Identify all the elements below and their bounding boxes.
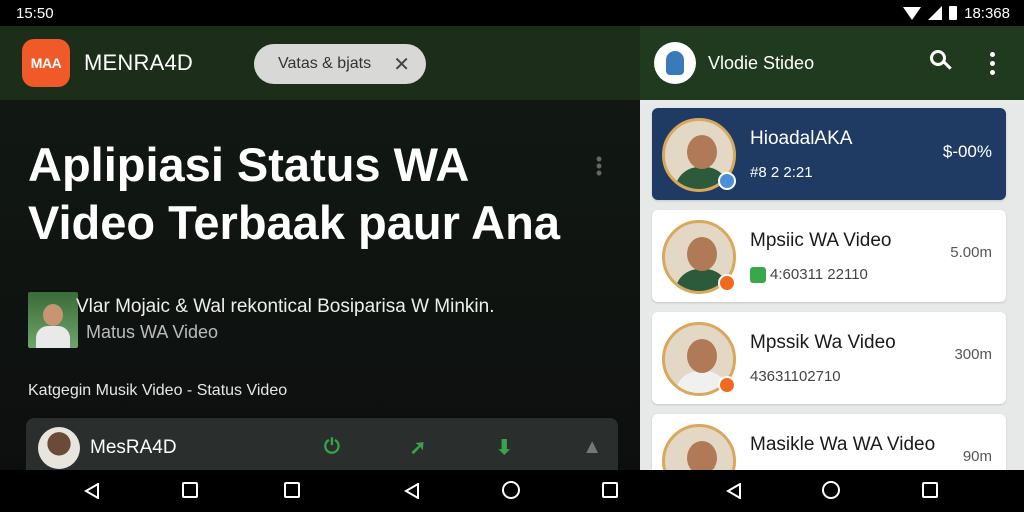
item-meta: 4:60311 22110 xyxy=(750,266,868,283)
item-title: Mpssik Wa Video xyxy=(750,332,896,353)
battery-text: 18:368 xyxy=(964,4,1010,22)
featured-subtitle: Matus WA Video xyxy=(86,322,219,342)
recents-icon[interactable] xyxy=(922,482,938,498)
item-size: $-00% xyxy=(942,142,992,161)
item-meta-text: 43631102710 xyxy=(750,368,841,385)
category-label: Katgegin Musik Video - Status Video xyxy=(28,382,288,399)
featured-description: Vlar Mojaic & Wal rekontical Bosiparisa … xyxy=(76,296,495,317)
badge-icon xyxy=(718,274,736,292)
app-logo[interactable]: MAA xyxy=(22,39,70,87)
item-title: Masikle Wa WA Video xyxy=(750,434,936,455)
wifi-icon xyxy=(903,6,922,20)
player-actions: ⏻ ➚ ⬇ ▲ xyxy=(324,432,614,462)
avatar[interactable] xyxy=(654,42,696,84)
tag-icon xyxy=(750,266,766,283)
recents-icon[interactable] xyxy=(284,482,300,498)
item-meta: #8 2 2:21 xyxy=(750,164,813,181)
download-icon[interactable]: ⬇ xyxy=(496,435,513,460)
list-item[interactable]: Mpsiic WA Video 4:60311 22110 5.00m xyxy=(652,210,1006,302)
featured-item[interactable]: Vlar Mojaic & Wal rekontical Bosiparisa … xyxy=(28,292,628,352)
player-name: MesRA4D xyxy=(90,437,177,458)
left-app-bar: MAA MENRA4D Vatas & bjats ✕ xyxy=(0,26,640,100)
right-title: Vlodie Stideo xyxy=(708,52,815,73)
navigation-bar xyxy=(0,470,1024,512)
item-title: HioadalAKA xyxy=(750,128,853,149)
status-time: 15:50 xyxy=(16,4,54,22)
list-item[interactable]: HioadalAKA #8 2 2:21 $-00% xyxy=(652,108,1006,200)
headline-line-1: Aplipiasi Status WA xyxy=(28,138,470,191)
list-item[interactable]: Mpssik Wa Video 43631102710 300m xyxy=(652,312,1006,404)
share-icon[interactable]: ➚ xyxy=(409,435,426,460)
avatar xyxy=(38,427,80,469)
more-vert-icon[interactable]: • • • xyxy=(594,150,604,182)
search-icon[interactable] xyxy=(930,50,952,72)
status-icons: 18:368 xyxy=(903,5,1010,22)
screen: 15:50 18:368 MAA MENRA4D Vatas & bjats ✕… xyxy=(0,0,1024,512)
player-card[interactable]: MesRA4D ⏻ ➚ ⬇ ▲ xyxy=(26,418,618,478)
left-pane: MAA MENRA4D Vatas & bjats ✕ Aplipiasi St… xyxy=(0,26,640,478)
item-size: 90m xyxy=(962,448,992,465)
video-list: HioadalAKA #8 2 2:21 $-00% Mpsiic WA Vid… xyxy=(652,108,1006,512)
item-meta-text: 4:60311 22110 xyxy=(770,266,868,283)
item-meta-text: #8 2 2:21 xyxy=(750,164,813,181)
item-title: Mpsiic WA Video xyxy=(750,230,892,251)
home-icon[interactable] xyxy=(502,481,520,499)
back-icon[interactable] xyxy=(404,483,420,499)
filter-chip[interactable]: Vatas & bjats ✕ xyxy=(254,44,426,84)
item-meta: 43631102710 xyxy=(750,368,841,385)
home-icon[interactable] xyxy=(822,481,840,499)
right-pane: Vlodie Stideo HioadalAKA #8 2 2:21 $-00%… xyxy=(640,26,1024,506)
home-icon[interactable] xyxy=(182,482,198,498)
headline: Aplipiasi Status WA Video Terbaak paur A… xyxy=(28,136,588,252)
badge-icon xyxy=(718,172,736,190)
app-name: MENRA4D xyxy=(84,50,193,75)
headline-line-2: Video Terbaak paur Ana xyxy=(28,196,560,249)
item-size: 5.00m xyxy=(950,244,992,261)
right-app-bar: Vlodie Stideo xyxy=(640,26,1024,100)
status-bar: 15:50 18:368 xyxy=(0,0,1024,26)
close-icon[interactable]: ✕ xyxy=(393,52,410,77)
item-size: 300m xyxy=(954,346,992,363)
back-icon[interactable] xyxy=(726,483,742,499)
featured-thumbnail xyxy=(28,292,78,348)
power-icon[interactable]: ⏻ xyxy=(324,436,340,459)
signal-icon xyxy=(928,6,943,20)
battery-icon xyxy=(949,6,958,20)
back-icon[interactable] xyxy=(84,483,100,499)
save-icon[interactable]: ▲ xyxy=(582,436,602,459)
badge-icon xyxy=(718,376,736,394)
more-vert-icon[interactable] xyxy=(990,52,996,75)
recents-icon[interactable] xyxy=(602,482,618,498)
chip-label: Vatas & bjats xyxy=(278,55,372,72)
